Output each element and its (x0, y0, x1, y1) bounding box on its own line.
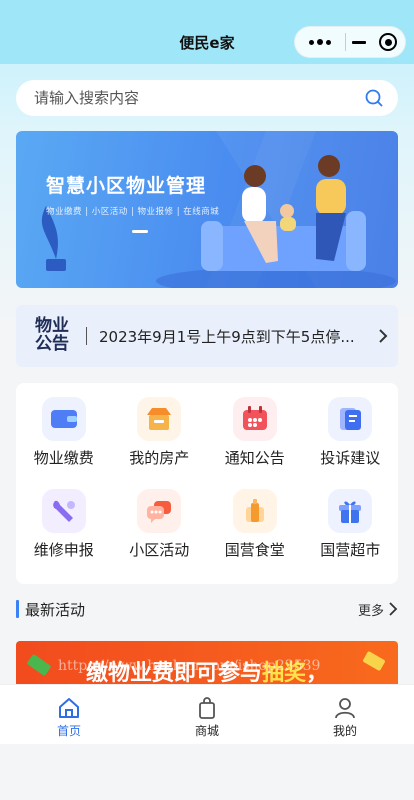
activity-banner[interactable]: 缴物业费即可参与抽奖， https://www.huzhan.com/ishop… (16, 641, 398, 685)
service-my-property[interactable]: 我的房产 (112, 397, 208, 489)
notice-bar[interactable]: 物业 公告 2023年9月1号上午9点到下午5点停... (16, 305, 398, 367)
close-icon[interactable] (371, 33, 405, 51)
house-icon (137, 397, 182, 441)
user-icon (335, 698, 355, 719)
tab-label: 商城 (194, 724, 219, 738)
service-label: 小区活动 (129, 541, 190, 559)
banner-title: 智慧小区物业管理 (46, 175, 207, 197)
service-label: 投诉建议 (320, 449, 381, 467)
latest-activities-header: 最新活动 更多 (16, 598, 398, 620)
tab-label: 我的 (332, 724, 357, 738)
home-icon (59, 698, 79, 718)
notice-divider (86, 327, 87, 345)
service-label: 物业缴费 (33, 449, 94, 467)
service-activities[interactable]: 小区活动 (112, 489, 208, 581)
notice-logo: 物业 公告 (16, 317, 82, 354)
search-bar (16, 80, 398, 116)
more-options-icon[interactable] (295, 27, 345, 57)
service-property-fee[interactable]: 物业缴费 (16, 397, 112, 489)
calendar-icon (232, 397, 277, 441)
chat-icon (137, 489, 182, 533)
tab-mall[interactable]: 商城 (138, 685, 276, 744)
service-label: 维修申报 (33, 541, 94, 559)
section-title: 最新活动 (25, 600, 86, 619)
search-input[interactable] (34, 89, 364, 107)
wallet-icon (41, 397, 86, 441)
mini-program-capsule (294, 26, 406, 58)
watermark: https://www.huzhan.com/ishop23539 (58, 658, 321, 674)
search-icon[interactable] (364, 88, 384, 108)
wrench-icon (41, 489, 86, 533)
tab-mine[interactable]: 我的 (276, 685, 414, 744)
promo-banner[interactable]: 智慧小区物业管理 物业缴费 | 小区活动 | 物业报修 | 在线商城 (16, 131, 398, 288)
service-label: 我的房产 (129, 449, 190, 467)
service-label: 通知公告 (224, 449, 285, 467)
notice-logo-bottom: 公告 (35, 334, 69, 354)
tab-home[interactable]: 首页 (0, 685, 138, 744)
banner-indicator (132, 230, 148, 233)
more-link[interactable]: 更多 (358, 600, 384, 619)
service-repair[interactable]: 维修申报 (16, 489, 112, 581)
notice-text: 2023年9月1号上午9点到下午5点停... (99, 327, 355, 346)
service-label: 国营超市 (320, 541, 381, 559)
tab-bar: 首页 商城 我的 (0, 684, 414, 744)
service-supermarket[interactable]: 国营超市 (303, 489, 399, 581)
service-grid: 物业缴费 我的房产 通知公告 投诉建议 维修申报 小区活动 国营食堂 国营超市 (16, 383, 398, 584)
document-icon (328, 397, 373, 441)
banner-subtitle: 物业缴费 | 小区活动 | 物业报修 | 在线商城 (46, 207, 220, 217)
minimize-icon[interactable] (346, 40, 371, 44)
service-notices[interactable]: 通知公告 (207, 397, 303, 489)
shopping-bag-icon (199, 697, 215, 719)
service-complaints[interactable]: 投诉建议 (303, 397, 399, 489)
section-accent-bar (16, 600, 19, 618)
service-label: 国营食堂 (224, 541, 285, 559)
chevron-right-icon[interactable] (368, 328, 398, 344)
chevron-right-icon[interactable] (388, 601, 398, 617)
canteen-icon (232, 489, 277, 533)
tab-label: 首页 (56, 724, 81, 738)
service-canteen[interactable]: 国营食堂 (207, 489, 303, 581)
gift-icon (328, 489, 373, 533)
